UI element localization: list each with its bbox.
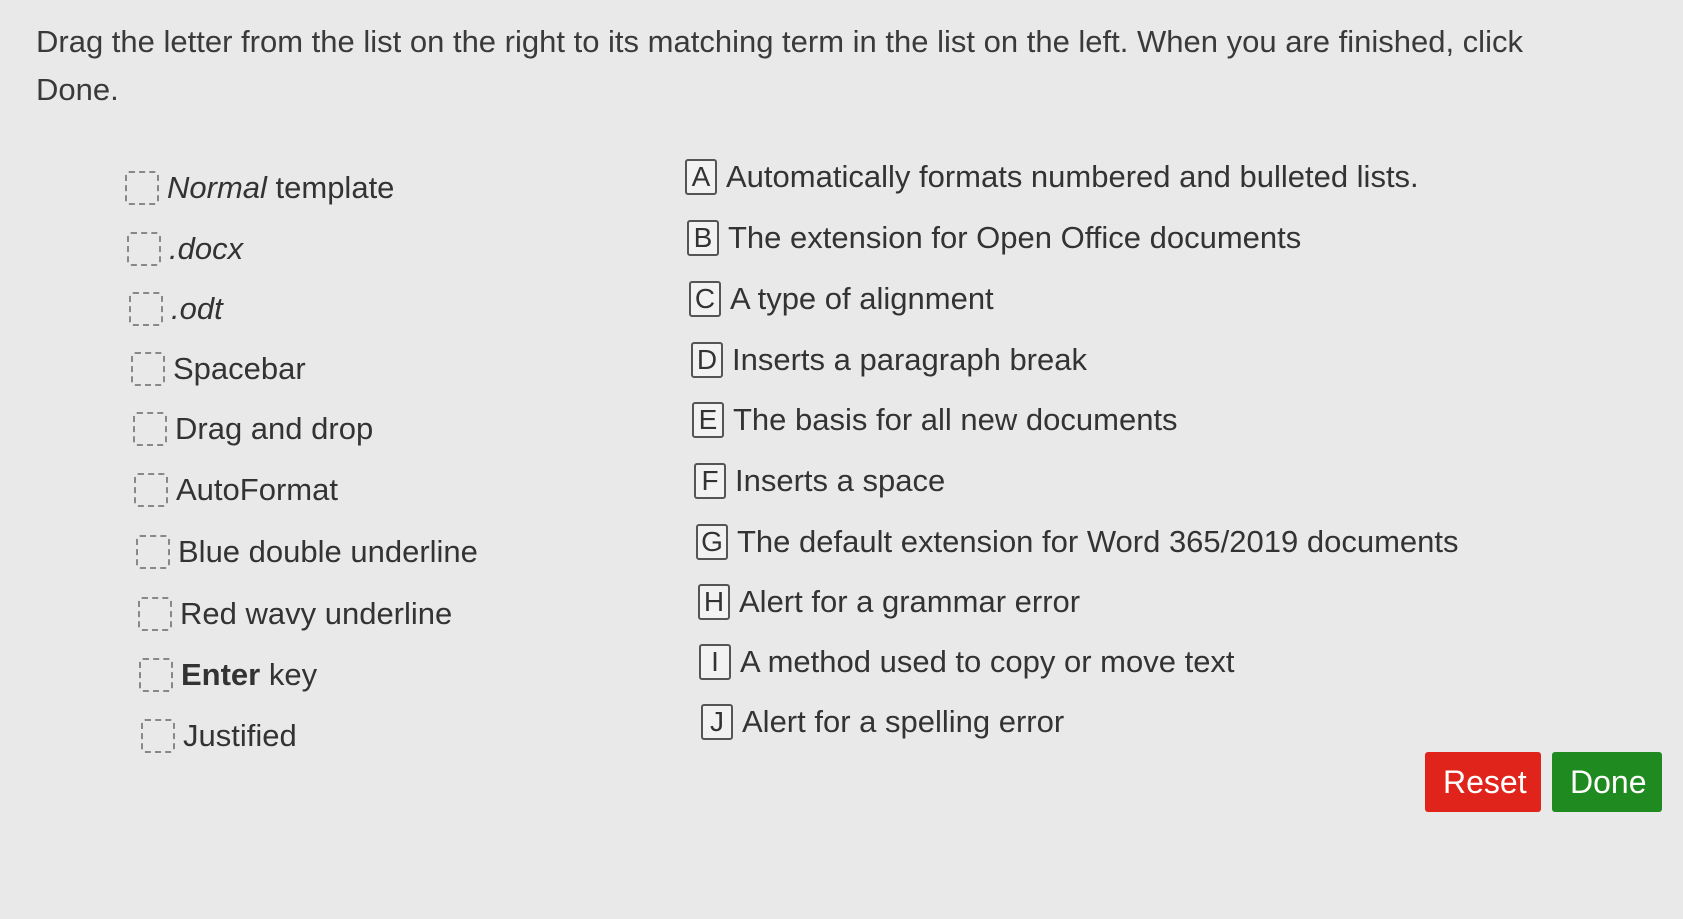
- definition-text: Inserts a space: [735, 463, 946, 498]
- draggable-letter[interactable]: C: [689, 281, 721, 317]
- definition-text: Alert for a spelling error: [742, 704, 1065, 739]
- reset-button[interactable]: Reset: [1425, 752, 1541, 812]
- drop-target[interactable]: [139, 658, 173, 692]
- instructions-text: Drag the letter from the list on the rig…: [36, 24, 1523, 107]
- definition-row: J Alert for a spelling error: [701, 700, 1064, 744]
- definition-row: G The default extension for Word 365/201…: [696, 520, 1459, 564]
- drop-target[interactable]: [134, 473, 168, 507]
- drop-target[interactable]: [127, 232, 161, 266]
- draggable-letter[interactable]: A: [685, 159, 717, 195]
- term-rest: template: [266, 170, 395, 205]
- term-row: Red wavy underline: [138, 592, 452, 636]
- drop-target[interactable]: [131, 352, 165, 386]
- drop-target[interactable]: [129, 292, 163, 326]
- definition-row: A Automatically formats numbered and bul…: [685, 155, 1419, 199]
- draggable-letter[interactable]: H: [698, 584, 730, 620]
- definition-text: The basis for all new documents: [733, 402, 1178, 437]
- draggable-letter[interactable]: I: [699, 644, 731, 680]
- draggable-letter[interactable]: F: [694, 463, 726, 499]
- term-label: Drag and drop: [175, 411, 374, 446]
- term-row: Normal template: [125, 166, 394, 210]
- term-label: Blue double underline: [178, 534, 478, 569]
- term-italic: .docx: [169, 231, 244, 266]
- definition-row: F Inserts a space: [694, 459, 945, 503]
- draggable-letter[interactable]: D: [691, 342, 723, 378]
- definition-row: H Alert for a grammar error: [698, 580, 1080, 624]
- term-row: .docx: [127, 227, 243, 271]
- definition-row: I A method used to copy or move text: [699, 640, 1235, 684]
- drop-target[interactable]: [141, 719, 175, 753]
- term-row: Drag and drop: [133, 407, 373, 451]
- definition-row: B The extension for Open Office document…: [687, 216, 1301, 260]
- term-label: Red wavy underline: [180, 596, 453, 631]
- term-label: .odt: [171, 291, 223, 327]
- term-row: Enter key: [139, 653, 317, 697]
- term-rest: key: [260, 657, 318, 692]
- draggable-letter[interactable]: G: [696, 524, 728, 560]
- drop-target[interactable]: [133, 412, 167, 446]
- definition-text: The extension for Open Office documents: [728, 220, 1302, 255]
- term-label: Normal template: [167, 170, 394, 206]
- definition-row: C A type of alignment: [689, 277, 994, 321]
- term-italic: Normal: [167, 170, 267, 205]
- draggable-letter[interactable]: J: [701, 704, 733, 740]
- definition-row: D Inserts a paragraph break: [691, 338, 1087, 382]
- term-row: .odt: [129, 287, 223, 331]
- done-button[interactable]: Done: [1552, 752, 1662, 812]
- definition-text: Alert for a grammar error: [739, 584, 1081, 619]
- drop-target[interactable]: [125, 171, 159, 205]
- term-label: Justified: [183, 718, 297, 753]
- definition-row: E The basis for all new documents: [692, 398, 1178, 442]
- draggable-letter[interactable]: B: [687, 220, 719, 256]
- term-row: AutoFormat: [134, 468, 338, 512]
- term-row: Spacebar: [131, 347, 306, 391]
- term-italic: .odt: [171, 291, 223, 326]
- term-row: Blue double underline: [136, 530, 478, 574]
- definition-text: Inserts a paragraph break: [732, 342, 1087, 377]
- term-row: Justified: [141, 714, 297, 758]
- draggable-letter[interactable]: E: [692, 402, 724, 438]
- term-label: AutoFormat: [176, 472, 338, 507]
- drop-target[interactable]: [138, 597, 172, 631]
- term-label: .docx: [169, 231, 243, 267]
- definition-text: Automatically formats numbered and bulle…: [726, 159, 1419, 194]
- term-bold: Enter: [181, 657, 261, 692]
- term-label: Spacebar: [173, 351, 306, 386]
- term-label: Enter key: [181, 657, 317, 693]
- definition-text: A type of alignment: [730, 281, 994, 316]
- definition-text: A method used to copy or move text: [740, 644, 1235, 679]
- drop-target[interactable]: [136, 535, 170, 569]
- definition-text: The default extension for Word 365/2019 …: [737, 524, 1459, 559]
